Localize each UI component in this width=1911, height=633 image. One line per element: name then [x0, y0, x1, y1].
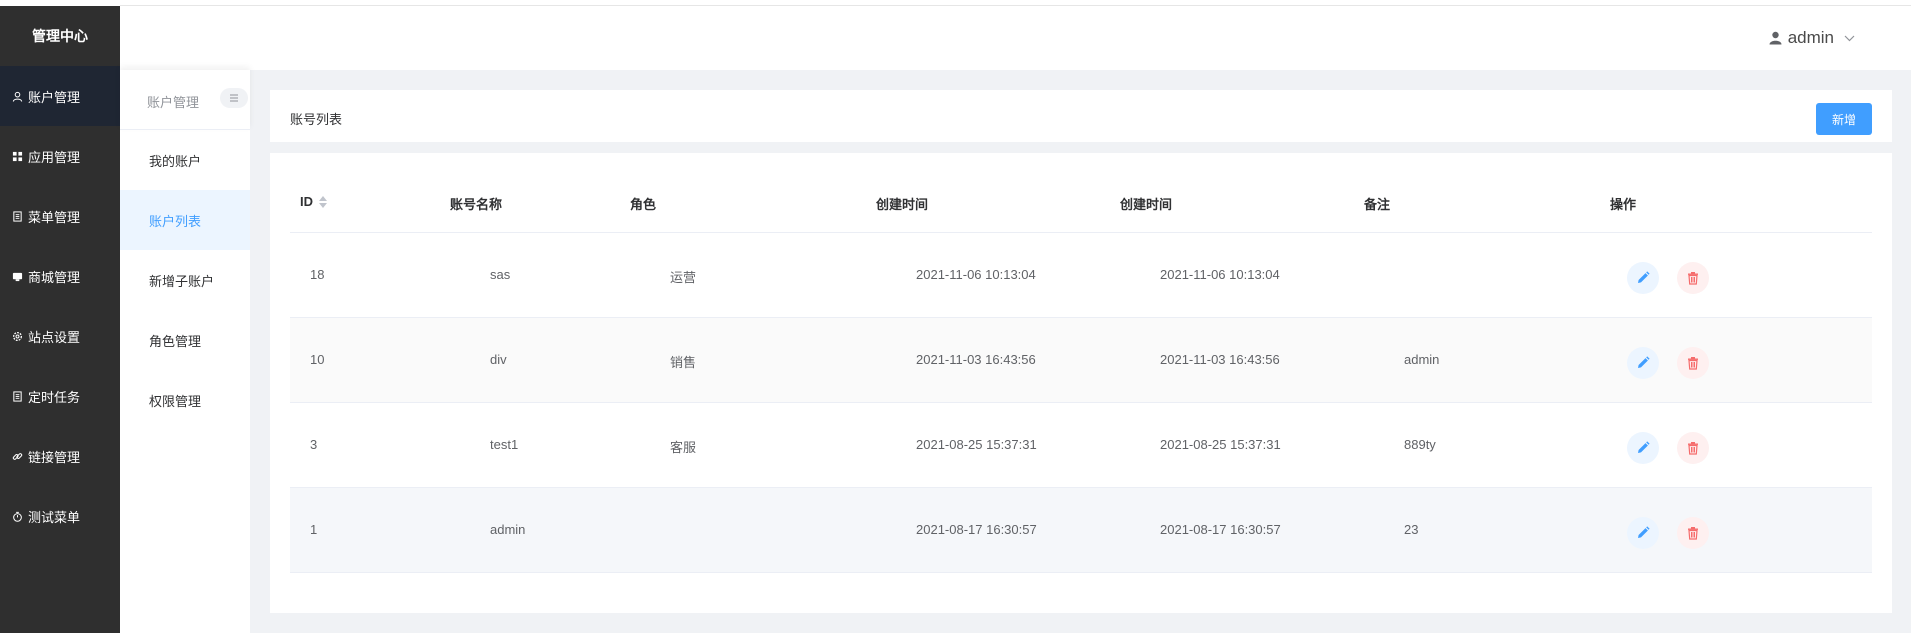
sidebar-item-apps[interactable]: 应用管理	[0, 126, 120, 186]
sidebar-item-label: 链接管理	[28, 449, 81, 465]
cell-name: admin	[490, 522, 526, 537]
edit-button[interactable]	[1627, 517, 1659, 549]
sub-sidebar-header: 账户管理	[120, 70, 250, 130]
cell-note: 23	[1404, 522, 1419, 537]
shop-icon	[10, 271, 24, 282]
sidebar-item-account[interactable]: 账户管理	[0, 66, 120, 126]
cell-id: 10	[310, 352, 325, 367]
cell-created: 2021-11-06 10:13:04	[916, 267, 1036, 282]
cell-created: 2021-11-03 16:43:56	[916, 352, 1036, 367]
trash-icon	[1688, 272, 1698, 285]
cell-created: 2021-08-25 15:37:31	[916, 437, 1037, 452]
cell-id: 18	[310, 267, 325, 282]
table-row: 1 admin 2021-08-17 16:30:57 2021-08-17 1…	[290, 488, 1872, 573]
account-table: ID 账号名称 角色 创建时间 创建时间 备注 操作 18 sas 运营 202…	[290, 173, 1872, 573]
sidebar-item-label: 应用管理	[28, 149, 81, 165]
subnav-add-subaccount[interactable]: 新增子账户	[120, 250, 250, 310]
pencil-icon	[1638, 271, 1650, 283]
delete-button[interactable]	[1677, 517, 1709, 549]
sub-sidebar-title: 账户管理	[147, 95, 200, 110]
trash-icon	[1688, 357, 1698, 370]
document-icon	[10, 210, 24, 222]
table-header: ID 账号名称 角色 创建时间 创建时间 备注 操作	[290, 173, 1872, 233]
table-card: ID 账号名称 角色 创建时间 创建时间 备注 操作 18 sas 运营 202…	[270, 153, 1892, 613]
user-name: admin	[1787, 28, 1834, 47]
edit-button[interactable]	[1627, 262, 1659, 294]
sidebar-item-test-menu[interactable]: 测试菜单	[0, 486, 120, 546]
edit-button[interactable]	[1627, 347, 1659, 379]
column-header-created-2: 创建时间	[1120, 197, 1173, 212]
sidebar-item-label: 站点设置	[28, 329, 81, 345]
cell-note: admin	[1404, 352, 1440, 367]
subnav-role-management[interactable]: 角色管理	[120, 310, 250, 370]
column-header-name: 账号名称	[450, 197, 503, 212]
table-row: 10 div 销售 2021-11-03 16:43:56 2021-11-03…	[290, 318, 1872, 403]
cell-role: 客服	[670, 440, 697, 455]
main-sidebar: 管理中心 账户管理 应用管理 菜单管理 商城管理 站点设置 定时任务 链接管理 …	[0, 0, 120, 633]
collapse-toggle[interactable]	[220, 88, 248, 108]
column-header-role: 角色	[630, 197, 657, 212]
cell-name: div	[490, 352, 507, 367]
edit-button[interactable]	[1627, 432, 1659, 464]
table-row: 18 sas 运营 2021-11-06 10:13:04 2021-11-06…	[290, 233, 1872, 318]
cell-name: test1	[490, 437, 519, 452]
cell-id: 1	[310, 522, 318, 537]
cell-updated: 2021-08-17 16:30:57	[1160, 522, 1281, 537]
column-header-created: 创建时间	[876, 197, 929, 212]
cell-id: 3	[310, 437, 318, 452]
header-topline	[120, 0, 1911, 6]
cell-created: 2021-08-17 16:30:57	[916, 522, 1037, 537]
app-logo: 管理中心	[32, 28, 88, 44]
delete-button[interactable]	[1677, 432, 1709, 464]
user-menu[interactable]: admin	[1769, 28, 1861, 48]
column-header-note: 备注	[1364, 197, 1391, 212]
sidebar-item-site-settings[interactable]: 站点设置	[0, 306, 120, 366]
cell-role: 运营	[670, 270, 697, 285]
grid-icon	[10, 151, 24, 162]
subnav-permission-management[interactable]: 权限管理	[120, 370, 250, 430]
sidebar-item-label: 定时任务	[28, 389, 81, 405]
pencil-icon	[1638, 356, 1650, 368]
sidebar-item-label: 商城管理	[28, 269, 81, 285]
cell-note: 889ty	[1404, 437, 1436, 452]
top-header: admin	[120, 0, 1911, 70]
timer-icon	[10, 511, 24, 522]
column-header-id[interactable]: ID	[300, 194, 327, 209]
trash-icon	[1688, 442, 1698, 455]
cell-role: 销售	[670, 355, 697, 370]
sort-icon[interactable]	[319, 195, 327, 208]
pencil-icon	[1638, 441, 1650, 453]
user-icon	[10, 91, 24, 102]
delete-button[interactable]	[1677, 347, 1709, 379]
page-header-card: 账号列表 新增	[270, 90, 1892, 142]
cell-updated: 2021-11-03 16:43:56	[1160, 352, 1280, 367]
chevron-down-icon	[1844, 35, 1855, 41]
document-icon	[10, 390, 24, 402]
subnav-account-list[interactable]: 账户列表	[120, 190, 250, 250]
gear-icon	[10, 331, 24, 342]
sidebar-item-links[interactable]: 链接管理	[0, 426, 120, 486]
cell-updated: 2021-11-06 10:13:04	[1160, 267, 1280, 282]
sidebar-item-label: 测试菜单	[28, 509, 81, 525]
column-header-actions: 操作	[1610, 197, 1637, 212]
table-row: 3 test1 客服 2021-08-25 15:37:31 2021-08-2…	[290, 403, 1872, 488]
subnav-my-account[interactable]: 我的账户	[120, 130, 250, 190]
trash-icon	[1688, 527, 1698, 540]
add-button[interactable]: 新增	[1816, 103, 1872, 135]
delete-button[interactable]	[1677, 262, 1709, 294]
sidebar-item-label: 菜单管理	[28, 209, 81, 225]
page-title: 账号列表	[290, 112, 343, 127]
menu-icon	[230, 94, 238, 102]
sidebar-item-scheduled-tasks[interactable]: 定时任务	[0, 366, 120, 426]
sub-sidebar: 账户管理 我的账户 账户列表 新增子账户 角色管理 权限管理	[120, 70, 250, 633]
sidebar-item-shop[interactable]: 商城管理	[0, 246, 120, 306]
cell-name: sas	[490, 267, 511, 282]
pencil-icon	[1638, 526, 1650, 538]
sidebar-item-menu[interactable]: 菜单管理	[0, 186, 120, 246]
sidebar-item-label: 账户管理	[28, 89, 81, 105]
user-icon	[1769, 31, 1782, 45]
cell-updated: 2021-08-25 15:37:31	[1160, 437, 1281, 452]
link-icon	[10, 451, 24, 462]
